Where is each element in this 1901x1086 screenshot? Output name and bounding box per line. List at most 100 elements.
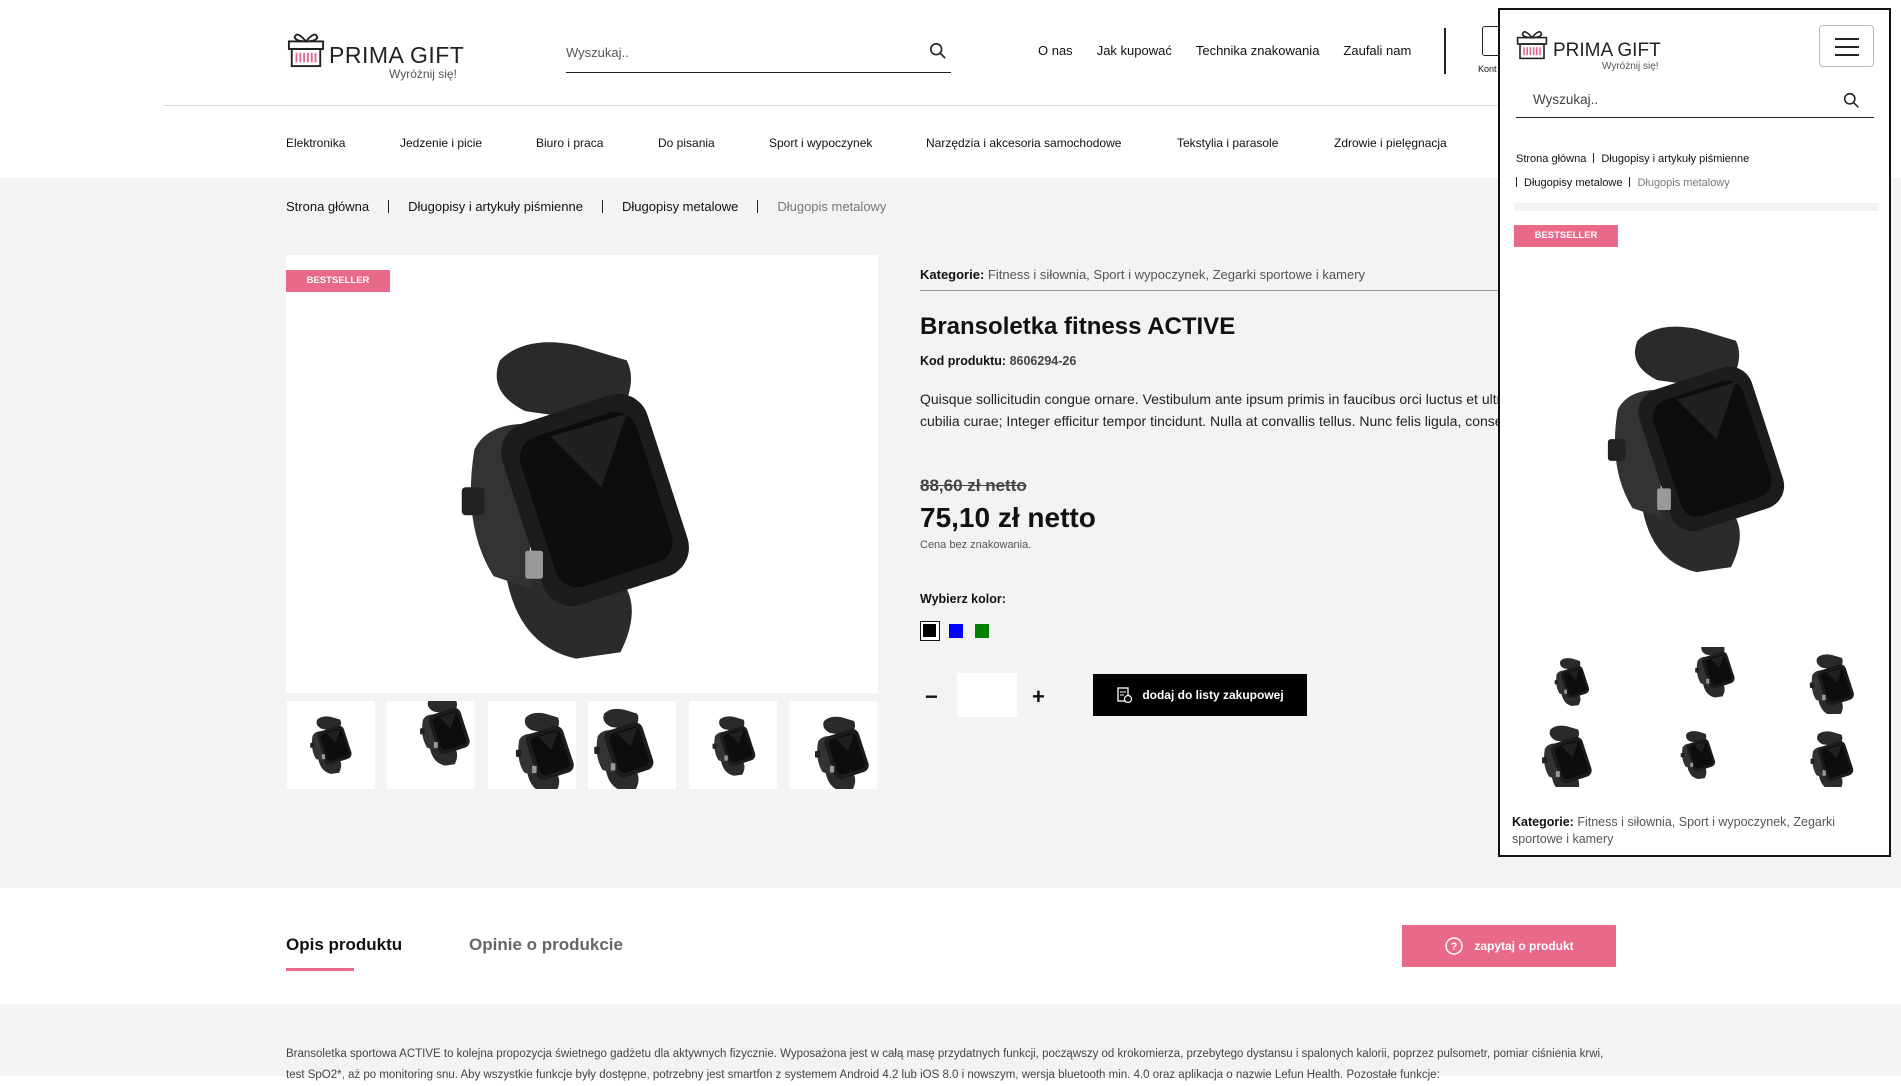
search-input[interactable] bbox=[566, 40, 906, 64]
category-link[interactable]: Jedzenie i picie bbox=[400, 136, 536, 150]
add-to-list-button[interactable]: dodaj do listy zakupowej bbox=[1093, 674, 1307, 716]
search-icon[interactable] bbox=[929, 42, 947, 60]
product-thumbnail[interactable] bbox=[588, 701, 676, 789]
product-thumbnail[interactable] bbox=[1638, 720, 1753, 787]
mobile-brand-tagline: Wyróżnij się! bbox=[1602, 61, 1659, 72]
question-bubble-icon: ? bbox=[1445, 937, 1464, 955]
mobile-product-image[interactable] bbox=[1514, 211, 1879, 641]
product-main-image[interactable] bbox=[286, 255, 878, 693]
watch-image bbox=[709, 715, 759, 777]
menu-bar bbox=[1835, 46, 1859, 48]
watch-image bbox=[307, 715, 355, 775]
nav-link-marking[interactable]: Technika znakowania bbox=[1196, 43, 1320, 58]
category-link[interactable]: Tekstylia i parasole bbox=[1177, 136, 1334, 150]
product-thumbnail[interactable] bbox=[689, 701, 777, 789]
bestseller-badge: BESTSELLER bbox=[286, 270, 390, 292]
product-thumbnail[interactable] bbox=[789, 701, 877, 789]
quantity-minus-button[interactable]: − bbox=[925, 684, 938, 710]
watch-image bbox=[1807, 653, 1857, 714]
product-thumbnail[interactable] bbox=[1638, 647, 1753, 714]
mobile-image-area: BESTSELLER bbox=[1514, 203, 1879, 641]
logo[interactable]: PRIMA GIFT Wyróżnij się! bbox=[287, 24, 467, 81]
mobile-brand-name: PRIMA GIFT bbox=[1553, 40, 1661, 61]
nav-link-trusted[interactable]: Zaufali nam bbox=[1343, 43, 1411, 58]
category-link[interactable]: Elektronika bbox=[286, 136, 400, 150]
description-line: Quisque sollicitudin congue ornare. Vest… bbox=[920, 391, 1501, 407]
watch-image bbox=[811, 715, 873, 789]
bestseller-badge: BESTSELLER bbox=[1514, 225, 1618, 247]
product-thumbnail[interactable] bbox=[287, 701, 375, 789]
watch-image bbox=[1678, 730, 1718, 780]
product-thumbnail[interactable] bbox=[1514, 647, 1629, 714]
quantity-plus-button[interactable]: + bbox=[1032, 684, 1045, 710]
watch-image bbox=[512, 711, 576, 789]
hamburger-menu-button[interactable] bbox=[1819, 25, 1874, 67]
mobile-preview: PRIMA GIFT Wyróżnij się! Strona główna Dł… bbox=[1498, 8, 1891, 857]
nav-divider bbox=[1444, 28, 1446, 74]
svg-text:?: ? bbox=[1451, 941, 1458, 953]
code-label: Kod produktu: bbox=[920, 354, 1007, 368]
product-thumbnail[interactable] bbox=[1514, 720, 1629, 787]
price-note: Cena bez znakowania. bbox=[920, 539, 1032, 551]
category-link[interactable]: Sport i wypoczynek bbox=[769, 136, 926, 150]
mobile-search-input[interactable] bbox=[1533, 86, 1833, 112]
product-thumbnail[interactable] bbox=[1762, 647, 1877, 714]
list-icon bbox=[1117, 687, 1133, 703]
breadcrumb-item[interactable]: Długopisy metalowe bbox=[1524, 177, 1622, 189]
nav-link-how-to-buy[interactable]: Jak kupować bbox=[1097, 43, 1172, 58]
menu-bar bbox=[1835, 54, 1859, 56]
mobile-search-bar bbox=[1516, 80, 1874, 118]
watch-image bbox=[1552, 657, 1592, 707]
watch-image bbox=[1807, 730, 1857, 787]
breadcrumb-item[interactable]: Strona główna bbox=[1516, 153, 1586, 165]
active-tab-indicator bbox=[286, 968, 354, 971]
gift-logo-icon bbox=[287, 30, 325, 68]
code-value: 8606294-26 bbox=[1009, 354, 1077, 368]
breadcrumb-item[interactable]: Strona główna bbox=[286, 199, 369, 214]
product-title: Bransoletka fitness ACTIVE bbox=[920, 313, 1236, 340]
tab-description[interactable]: Opis produktu bbox=[286, 935, 402, 955]
breadcrumb: Strona główna Długopisy i artykuły piśmi… bbox=[286, 199, 886, 214]
category-link[interactable]: Zdrowie i pielęgnacja bbox=[1334, 136, 1447, 150]
watch-image bbox=[446, 335, 706, 665]
tab-reviews[interactable]: Opinie o produkcie bbox=[469, 935, 623, 955]
mobile-breadcrumb: Strona główna Długopisy i artykuły piśmie… bbox=[1516, 153, 1749, 165]
color-swatch-green[interactable] bbox=[975, 624, 989, 638]
category-link[interactable]: Biuro i praca bbox=[536, 136, 658, 150]
categories-value[interactable]: Fitness i siłownia, Sport i wypoczynek, … bbox=[988, 267, 1365, 282]
quantity-input[interactable] bbox=[957, 673, 1017, 717]
product-thumbnail[interactable] bbox=[488, 701, 576, 789]
watch-image bbox=[1538, 724, 1596, 787]
category-link[interactable]: Do pisania bbox=[658, 136, 769, 150]
brand-tagline: Wyróżnij się! bbox=[389, 67, 457, 81]
color-swatch-black-selected[interactable] bbox=[920, 621, 940, 641]
mobile-logo[interactable]: PRIMA GIFT Wyróżnij się! bbox=[1516, 24, 1676, 74]
old-price: 88,60 zł netto bbox=[920, 476, 1027, 495]
category-link[interactable]: Narzędzia i akcesoria samochodowe bbox=[926, 136, 1177, 150]
watch-image bbox=[417, 701, 473, 767]
color-swatch-blue[interactable] bbox=[949, 624, 963, 638]
nav-link-about[interactable]: O nas bbox=[1038, 43, 1073, 58]
breadcrumb-item[interactable]: Długopisy i artykuły piśmienne bbox=[1601, 153, 1749, 165]
category-nav: Elektronika Jedzenie i picie Biuro i pra… bbox=[286, 136, 1447, 150]
color-label: Wybierz kolor: bbox=[920, 592, 1006, 606]
long-description: Bransoletka sportowa ACTIVE to kolejna p… bbox=[286, 1048, 1604, 1081]
categories-label: Kategorie: bbox=[920, 267, 985, 282]
current-price: 75,10 zł netto bbox=[920, 502, 1096, 533]
product-code: Kod produktu: 8606294-26 bbox=[920, 354, 1076, 368]
product-thumbnail[interactable] bbox=[387, 701, 475, 789]
watch-image bbox=[1594, 321, 1799, 577]
contact-label[interactable]: Kont bbox=[1478, 64, 1497, 74]
breadcrumb-item[interactable]: Długopisy i artykuły piśmienne bbox=[408, 199, 583, 214]
search-icon[interactable] bbox=[1843, 92, 1860, 109]
menu-bar bbox=[1835, 38, 1859, 40]
watch-image bbox=[590, 707, 658, 789]
add-to-list-label: dodaj do listy zakupowej bbox=[1142, 688, 1284, 702]
product-categories: Kategorie: Fitness i siłownia, Sport i w… bbox=[920, 267, 1501, 291]
categories-label: Kategorie: bbox=[1512, 815, 1574, 829]
brand-name: PRIMA GIFT bbox=[329, 42, 465, 68]
ask-about-product-button[interactable]: ? zapytaj o produkt bbox=[1402, 925, 1616, 967]
ask-button-label: zapytaj o produkt bbox=[1474, 939, 1574, 953]
breadcrumb-item[interactable]: Długopisy metalowe bbox=[622, 199, 738, 214]
product-thumbnail[interactable] bbox=[1762, 720, 1877, 787]
